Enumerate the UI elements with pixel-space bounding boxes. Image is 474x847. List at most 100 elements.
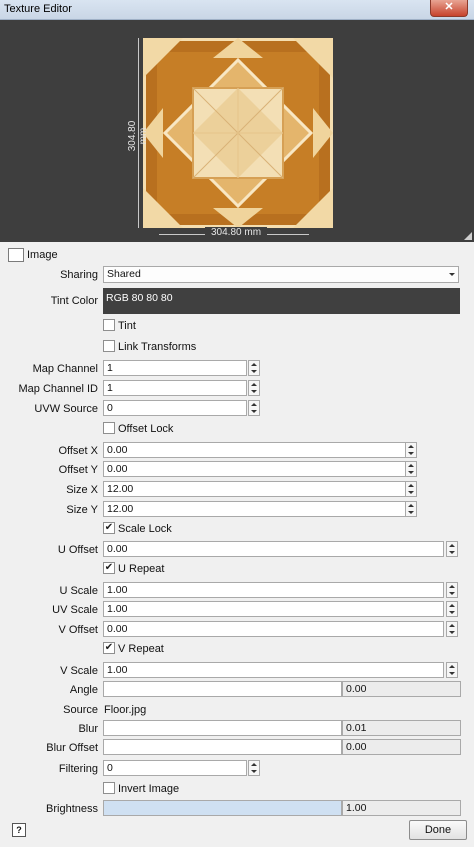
sharing-value: Shared [107, 268, 141, 280]
u-offset-label: U Offset [57, 544, 98, 556]
brightness-slider[interactable] [103, 800, 342, 816]
source-label: Source [63, 704, 98, 716]
blur-label: Blur [78, 723, 98, 735]
u-repeat-checkbox[interactable]: ✔ [103, 562, 115, 574]
scale-lock-label: Scale Lock [118, 523, 172, 535]
texture-thumbnail [143, 38, 333, 228]
blur-offset-slider[interactable] [103, 739, 342, 755]
angle-slider[interactable] [103, 681, 342, 697]
height-dimension-label: 304.80 mm [127, 120, 149, 152]
invert-image-row: Invert Image [0, 781, 474, 799]
v-offset-input[interactable]: 0.00 [103, 621, 444, 637]
u-scale-input[interactable]: 1.00 [103, 582, 444, 598]
blur-offset-label: Blur Offset [46, 742, 98, 754]
sharing-dropdown[interactable]: Shared [103, 266, 459, 283]
uvw-source-row: UVW Source 0 [0, 400, 474, 418]
v-repeat-label: V Repeat [118, 643, 164, 655]
blur-value[interactable]: 0.01 [342, 720, 461, 736]
filtering-input[interactable]: 0 [103, 760, 247, 776]
scale-lock-checkbox[interactable]: ✔ [103, 522, 115, 534]
size-x-spinner[interactable] [405, 481, 417, 497]
u-scale-spinner[interactable] [446, 582, 458, 598]
v-offset-label: V Offset [58, 624, 98, 636]
u-offset-input[interactable]: 0.00 [103, 541, 444, 557]
close-button[interactable]: ✕ [430, 0, 468, 17]
map-channel-row: Map Channel 1 [0, 360, 474, 378]
link-transforms-row: Link Transforms [0, 339, 474, 357]
section-title: Image [27, 249, 58, 261]
link-transforms-label: Link Transforms [118, 341, 197, 353]
tint-row: Tint [0, 318, 474, 336]
image-section-header[interactable]: Image [0, 245, 474, 265]
v-offset-spinner[interactable] [446, 621, 458, 637]
size-x-label: Size X [66, 484, 98, 496]
offset-y-row: Offset Y 0.00 [0, 461, 474, 479]
tint-color-swatch[interactable]: RGB 80 80 80 [103, 288, 460, 314]
size-y-row: Size Y 12.00 [0, 501, 474, 519]
v-repeat-checkbox[interactable]: ✔ [103, 642, 115, 654]
resize-grip-icon[interactable] [464, 232, 472, 240]
offset-x-spinner[interactable] [405, 442, 417, 458]
blur-offset-row: Blur Offset 0.00 [0, 739, 474, 757]
tint-color-label: Tint Color [50, 295, 98, 307]
window-title: Texture Editor [4, 3, 72, 15]
v-scale-spinner[interactable] [446, 662, 458, 678]
u-repeat-row: ✔ U Repeat [0, 561, 474, 579]
width-dimension-label: 304.80 mm [205, 227, 268, 238]
offset-lock-checkbox[interactable] [103, 422, 115, 434]
angle-label: Angle [69, 684, 98, 696]
size-y-input[interactable]: 12.00 [103, 501, 406, 517]
brightness-value[interactable]: 1.00 [342, 800, 461, 816]
uv-scale-input[interactable]: 1.00 [103, 601, 444, 617]
invert-image-label: Invert Image [118, 783, 180, 795]
offset-x-input[interactable]: 0.00 [103, 442, 406, 458]
blur-offset-value[interactable]: 0.00 [342, 739, 461, 755]
map-channel-id-label: Map Channel ID [18, 383, 99, 395]
uvw-source-input[interactable]: 0 [103, 400, 247, 416]
angle-value[interactable]: 0.00 [342, 681, 461, 697]
size-x-input[interactable]: 12.00 [103, 481, 406, 497]
u-offset-spinner[interactable] [446, 541, 458, 557]
title-bar: Texture Editor ✕ [0, 0, 474, 20]
tint-checkbox[interactable] [103, 319, 115, 331]
tint-label: Tint [118, 320, 136, 332]
filtering-row: Filtering 0 [0, 760, 474, 778]
done-button[interactable]: Done [409, 820, 467, 840]
v-scale-row: V Scale 1.00 [0, 662, 474, 680]
sharing-label: Sharing [60, 269, 98, 281]
brightness-label: Brightness [46, 803, 98, 815]
map-channel-id-input[interactable]: 1 [103, 380, 247, 396]
uvw-source-spinner[interactable] [248, 400, 260, 416]
offset-lock-row: Offset Lock [0, 421, 474, 439]
uv-scale-spinner[interactable] [446, 601, 458, 617]
source-filename: Floor.jpg [104, 704, 147, 716]
map-channel-id-spinner[interactable] [248, 380, 260, 396]
map-channel-input[interactable]: 1 [103, 360, 247, 376]
uvw-source-label: UVW Source [34, 403, 98, 415]
blur-slider[interactable] [103, 720, 342, 736]
offset-y-input[interactable]: 0.00 [103, 461, 406, 477]
u-scale-row: U Scale 1.00 [0, 582, 474, 600]
map-channel-label: Map Channel [32, 363, 98, 375]
map-channel-spinner[interactable] [248, 360, 260, 376]
angle-row: Angle 0.00 [0, 681, 474, 699]
link-transforms-checkbox[interactable] [103, 340, 115, 352]
offset-x-label: Offset X [58, 445, 98, 457]
size-y-spinner[interactable] [405, 501, 417, 517]
offset-y-label: Offset Y [58, 464, 98, 476]
scale-lock-row: ✔ Scale Lock [0, 521, 474, 539]
u-scale-label: U Scale [59, 585, 98, 597]
offset-y-spinner[interactable] [405, 461, 417, 477]
v-scale-label: V Scale [60, 665, 98, 677]
source-row: Source Floor.jpg [0, 701, 474, 719]
size-x-row: Size X 12.00 [0, 481, 474, 499]
v-scale-input[interactable]: 1.00 [103, 662, 444, 678]
chevron-down-icon [449, 273, 455, 276]
u-repeat-label: U Repeat [118, 563, 165, 575]
offset-lock-label: Offset Lock [118, 423, 174, 435]
filtering-spinner[interactable] [248, 760, 260, 776]
invert-image-checkbox[interactable] [103, 782, 115, 794]
uv-scale-label: UV Scale [52, 604, 98, 616]
blur-row: Blur 0.01 [0, 720, 474, 738]
help-icon[interactable]: ? [12, 823, 26, 837]
